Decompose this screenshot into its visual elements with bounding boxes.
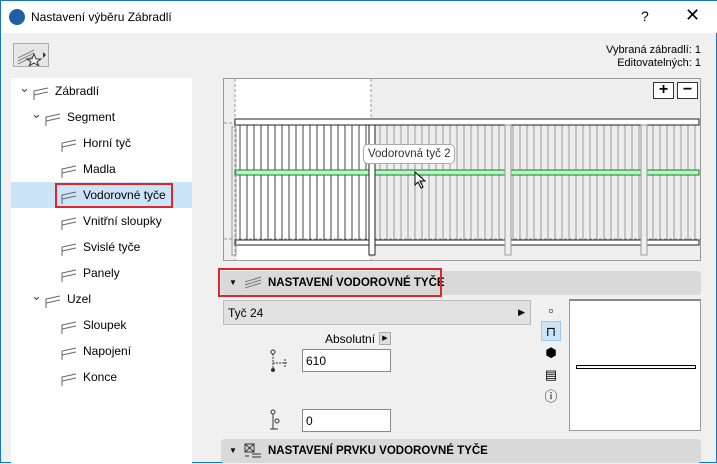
- railing-part-icon: [45, 292, 61, 308]
- help-button[interactable]: ?: [641, 8, 649, 24]
- tree-item-label: Segment: [67, 110, 116, 124]
- section-title: NASTAVENÍ PRVKU VODOROVNÉ TYČE: [268, 445, 488, 457]
- tree-item-label: Horní tyč: [83, 136, 132, 150]
- floor-plan-view-icon[interactable]: ▫: [541, 301, 561, 321]
- section-header-rail-element-settings[interactable]: ▼ NASTAVENÍ PRVKU VODOROVNÉ TYČE: [221, 439, 701, 463]
- railing-preview[interactable]: + − Vodorovná tyč 2: [223, 78, 701, 261]
- railing-drawing: [224, 79, 700, 260]
- close-button[interactable]: ✕: [685, 5, 700, 26]
- post: [640, 124, 648, 256]
- railing-star-icon: [17, 49, 46, 68]
- profile-preview: [569, 299, 701, 431]
- tree-item-label: Panely: [83, 266, 120, 280]
- tree-item[interactable]: Sloupek: [11, 312, 192, 338]
- tree-item-label: Vnitřní sloupky: [83, 214, 162, 228]
- reference-mode-button[interactable]: ▶: [379, 332, 391, 345]
- tree-item[interactable]: Napojení: [11, 338, 192, 364]
- railing-part-icon: [61, 370, 77, 386]
- railing-part-icon: [61, 240, 77, 256]
- tree-item-label: Svislé tyče: [83, 240, 141, 254]
- tooltip: Vodorovná tyč 2: [363, 144, 456, 164]
- tree-item-label: Konce: [83, 370, 118, 384]
- app-icon: [9, 9, 25, 25]
- tree-item[interactable]: Svislé tyče: [11, 234, 192, 260]
- rail-profile-shape: [576, 365, 696, 369]
- railing-part-icon: [61, 214, 77, 230]
- tree-item[interactable]: Horní tyč: [11, 130, 192, 156]
- offset-icon: [270, 409, 280, 430]
- height-icon: [270, 349, 287, 372]
- tree-item[interactable]: Vnitřní sloupky: [11, 208, 192, 234]
- cursor-icon: [414, 171, 427, 189]
- reference-mode-label: Absolutní: [325, 332, 376, 346]
- tree-panel: ⌄ Zábradlí ⌄ Segment Horní tyč Madla Vodorovné…: [11, 78, 192, 464]
- railing-part-icon: [61, 136, 77, 152]
- element-settings-icon: [244, 443, 261, 458]
- highlight-box: [55, 183, 173, 208]
- chevron-down-icon[interactable]: ⌄: [19, 75, 30, 101]
- post: [504, 124, 512, 256]
- tree-item-label: Zábradlí: [55, 84, 100, 98]
- elevation-view-icon[interactable]: ⊓: [541, 321, 561, 341]
- favorites-button[interactable]: [13, 43, 49, 68]
- bottom-rail: [234, 239, 700, 246]
- tree-item-label: Sloupek: [83, 318, 127, 332]
- 3d-view-icon[interactable]: ⬢: [541, 343, 561, 363]
- zoom-in-button[interactable]: +: [653, 82, 674, 99]
- railing-part-icon: [61, 266, 77, 282]
- tree-item[interactable]: Konce: [11, 364, 192, 390]
- tree-item[interactable]: ⌄ Uzel: [11, 286, 192, 312]
- highlight-box: [218, 268, 442, 297]
- tree-item[interactable]: Madla: [11, 156, 192, 182]
- section-view-icon[interactable]: ▤: [541, 365, 561, 385]
- railing-part-icon: [45, 110, 61, 126]
- offset-input[interactable]: 0: [302, 409, 391, 432]
- info-icon[interactable]: ⓘ: [541, 387, 561, 407]
- height-input[interactable]: 610: [302, 349, 391, 372]
- profile-value: Tyč 24: [228, 306, 264, 320]
- railing-part-icon: [61, 162, 77, 178]
- railing-part-icon: [61, 344, 77, 360]
- tree-item-label: Madla: [83, 162, 116, 176]
- highlighted-horizontal-rail: [234, 169, 700, 176]
- chevron-down-icon[interactable]: ⌄: [31, 283, 42, 309]
- window-title: Nastavení výběru Zábradlí: [31, 10, 172, 24]
- selected-count: Vybraná zábradlí: 1: [606, 44, 701, 56]
- title-bar: Nastavení výběru Zábradlí ? ✕: [1, 1, 717, 33]
- railing-part-icon: [33, 84, 49, 100]
- collapse-icon: ▼: [229, 446, 237, 455]
- profile-dropdown[interactable]: Tyč 24 ▶: [223, 300, 531, 325]
- top-rail: [234, 118, 700, 126]
- railing-part-icon: [61, 318, 77, 334]
- chevron-right-icon: ▶: [518, 307, 525, 317]
- zoom-out-button[interactable]: −: [677, 82, 698, 99]
- tree-item[interactable]: ⌄ Segment: [11, 104, 192, 130]
- editable-count: Editovatelných: 1: [617, 57, 701, 69]
- tree-item-label: Napojení: [83, 344, 132, 358]
- tree-item-label: Uzel: [67, 292, 92, 306]
- chevron-down-icon[interactable]: ⌄: [31, 101, 42, 127]
